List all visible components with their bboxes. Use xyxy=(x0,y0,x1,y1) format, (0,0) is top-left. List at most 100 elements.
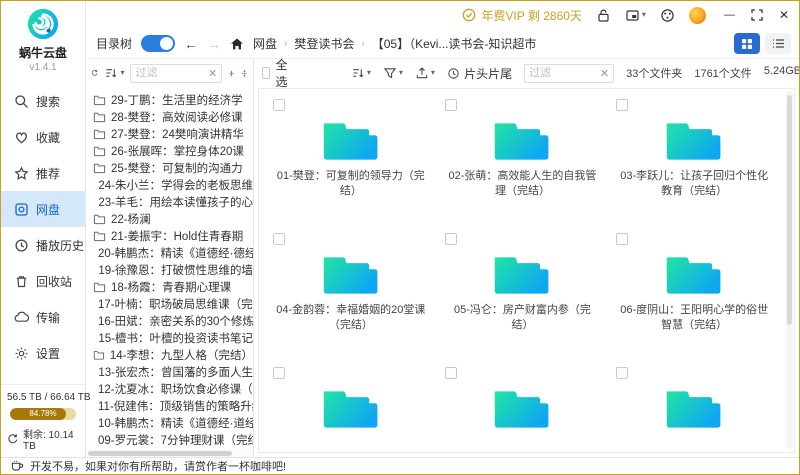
folder-icon xyxy=(661,113,727,165)
folder-card[interactable] xyxy=(265,361,437,453)
theme-button[interactable] xyxy=(660,8,675,23)
star-icon xyxy=(14,165,29,180)
pip-button[interactable]: ▾ xyxy=(625,8,646,23)
tree-item[interactable]: 13-张宏杰：曾国藩的多面人生 xyxy=(93,363,253,380)
folder-checkbox[interactable] xyxy=(273,367,285,379)
minimize-button[interactable]: — xyxy=(724,9,735,21)
sidebar-item-recommend[interactable]: 推荐 xyxy=(1,155,85,191)
breadcrumb-item[interactable]: 【05】（Kevi...读书会-知识超市 xyxy=(372,35,537,52)
tree-item[interactable]: 12-沈夏冰：职场饮食必修课（完 xyxy=(93,380,253,397)
sidebar-item-play-history[interactable]: 播放历史 xyxy=(1,227,85,263)
clock-icon xyxy=(448,67,459,79)
folder-icon xyxy=(661,381,727,433)
folder-card[interactable]: 06-度阴山：王阳明心学的俗世智慧（完结） xyxy=(608,227,780,361)
expand-all-icon[interactable] xyxy=(241,67,248,80)
app-version: v1.4.1 xyxy=(29,62,57,73)
folder-card[interactable]: 01-樊登：可复制的领导力（完结） xyxy=(265,93,437,227)
tree-item[interactable]: 14-李想：九型人格（完结） xyxy=(93,346,253,363)
tree-item[interactable]: 11-倪建伟：顶级销售的策略升级 xyxy=(93,397,253,414)
tree-horizontal-scrollbar[interactable] xyxy=(86,449,253,457)
tree-item[interactable]: 21-姜振宇：Hold住青春期 xyxy=(93,227,253,244)
sidebar-item-search[interactable]: 搜索 xyxy=(1,83,85,119)
content-sort-button[interactable]: ▾ xyxy=(351,66,371,80)
folder-checkbox[interactable] xyxy=(444,367,457,379)
folder-card[interactable]: 02-张萌：高效能人生的自我管理（完结） xyxy=(437,93,609,227)
tree-item-label: 13-张宏杰：曾国藩的多面人生 xyxy=(98,366,253,379)
tree-item[interactable]: 19-徐豫恩：打破惯性思维的墙 xyxy=(93,261,253,278)
back-button[interactable]: ← xyxy=(184,36,198,52)
sidebar-item-settings[interactable]: 设置 xyxy=(1,335,85,371)
tree-item[interactable]: 25-樊登：可复制的沟通力 xyxy=(93,159,253,176)
vip-badge[interactable]: 年费VIP 剩 2860天 xyxy=(462,7,582,24)
folder-checkbox[interactable] xyxy=(273,99,285,111)
folder-card[interactable]: 04-金韵蓉：幸福婚姻的20堂课（完结） xyxy=(265,227,437,361)
sidebar-item-cloud-disk[interactable]: 网盘 xyxy=(1,191,85,227)
sidebar-item-label: 收藏 xyxy=(36,130,61,145)
tree-item[interactable]: 22-杨澜 xyxy=(93,210,253,227)
content-filter-input[interactable] xyxy=(529,67,598,79)
tree-item-label: 28-樊登：高效阅读必修课 xyxy=(111,111,243,124)
breadcrumb-item[interactable]: 网盘 xyxy=(253,35,277,52)
tree-item[interactable]: 27-樊登：24樊响演讲精华 xyxy=(93,125,253,142)
clear-filter-icon[interactable]: ✕ xyxy=(206,67,217,80)
sort-icon xyxy=(351,66,365,80)
folder-checkbox[interactable] xyxy=(273,233,285,245)
folder-card[interactable] xyxy=(608,361,780,453)
content-toolbar: 全选 ▾ ▾ ▾ 片头片尾 ✕ xyxy=(254,56,799,90)
home-icon[interactable] xyxy=(230,37,244,51)
tree-item[interactable]: 18-杨霞：青春期心理课 xyxy=(93,278,253,295)
folder-checkbox[interactable] xyxy=(444,233,457,245)
tree-item[interactable]: 09-罗元裳：7分钟理财课（完结） xyxy=(93,431,253,448)
lock-button[interactable] xyxy=(596,8,611,23)
collapse-all-icon[interactable] xyxy=(228,67,235,80)
folder-checkbox[interactable] xyxy=(444,99,457,111)
content-vertical-scrollbar[interactable] xyxy=(786,91,793,450)
tree-item[interactable]: 20-韩鹏杰：精读《道德经·德经 xyxy=(93,244,253,261)
tree-item-label: 25-樊登：可复制的沟通力 xyxy=(111,162,243,175)
tree-item[interactable]: 15-檀书：叶檀的投资读书笔记 xyxy=(93,329,253,346)
sidebar-item-recycle-bin[interactable]: 回收站 xyxy=(1,263,85,299)
checkbox-icon xyxy=(262,67,271,79)
folder-checkbox[interactable] xyxy=(616,99,629,111)
tree-item[interactable]: 26-张展晖：掌控身体20课 xyxy=(93,142,253,159)
tree-item[interactable]: 29-丁鹏：生活里的经济学 xyxy=(93,91,253,108)
tree-sort-button[interactable]: ▾ xyxy=(104,66,124,80)
folder-card[interactable]: 05-冯仑：房产财富内参（完结） xyxy=(437,227,609,361)
folder-icon xyxy=(93,348,105,361)
folder-card[interactable] xyxy=(437,361,609,453)
sidebar-item-transfer[interactable]: 传输 xyxy=(1,299,85,335)
select-all-checkbox[interactable]: 全选 xyxy=(262,56,291,90)
tree-item[interactable]: 24-朱小兰：学得会的老板思维 xyxy=(93,176,253,193)
storage-remaining: 剩余: 10.14 TB xyxy=(23,430,74,452)
clip-trim-button[interactable]: 片头片尾 xyxy=(447,65,512,82)
tree-item[interactable]: 17-叶楠：职场破局思维课（完结 xyxy=(93,295,253,312)
grid-view-button[interactable] xyxy=(734,33,760,54)
tree-refresh-icon[interactable] xyxy=(91,66,98,80)
folder-icon xyxy=(93,280,106,293)
tree-toggle-switch[interactable] xyxy=(141,35,176,52)
clear-filter-icon[interactable]: ✕ xyxy=(598,67,609,80)
folder-card[interactable]: 03-李跃儿：让孩子回归个性化教育（完结） xyxy=(608,93,780,227)
tree-item[interactable]: 23-羊毛：用绘本读懂孩子的心 xyxy=(93,193,253,210)
sidebar-item-label: 设置 xyxy=(36,346,61,361)
maximize-button[interactable] xyxy=(751,9,763,21)
main-panel: 全选 ▾ ▾ ▾ 片头片尾 ✕ xyxy=(254,56,799,457)
close-button[interactable]: ✕ xyxy=(779,8,789,22)
upload-icon xyxy=(416,67,428,79)
folder-checkbox[interactable] xyxy=(616,233,629,245)
upload-button[interactable]: ▾ xyxy=(415,66,435,80)
user-avatar[interactable] xyxy=(688,6,706,24)
tree-filter-input[interactable] xyxy=(135,67,206,79)
forward-button[interactable]: → xyxy=(207,36,221,52)
breadcrumb-item[interactable]: 樊登读书会 xyxy=(294,35,354,52)
tree-item-label: 11-倪建伟：顶级销售的策略升级 xyxy=(98,400,253,413)
tree-item-label: 23-羊毛：用绘本读懂孩子的心 xyxy=(98,196,253,209)
folder-checkbox[interactable] xyxy=(616,367,629,379)
tree-item[interactable]: 16-田斌：亲密关系的30个修炼 xyxy=(93,312,253,329)
refresh-storage-icon[interactable] xyxy=(7,433,19,445)
filter-menu-button[interactable]: ▾ xyxy=(383,66,403,80)
sidebar-item-favorites[interactable]: 收藏 xyxy=(1,119,85,155)
tree-item[interactable]: 28-樊登：高效阅读必修课 xyxy=(93,108,253,125)
list-view-button[interactable] xyxy=(765,33,791,54)
tree-item[interactable]: 10-韩鹏杰：精读《道德经·道经 xyxy=(93,414,253,431)
